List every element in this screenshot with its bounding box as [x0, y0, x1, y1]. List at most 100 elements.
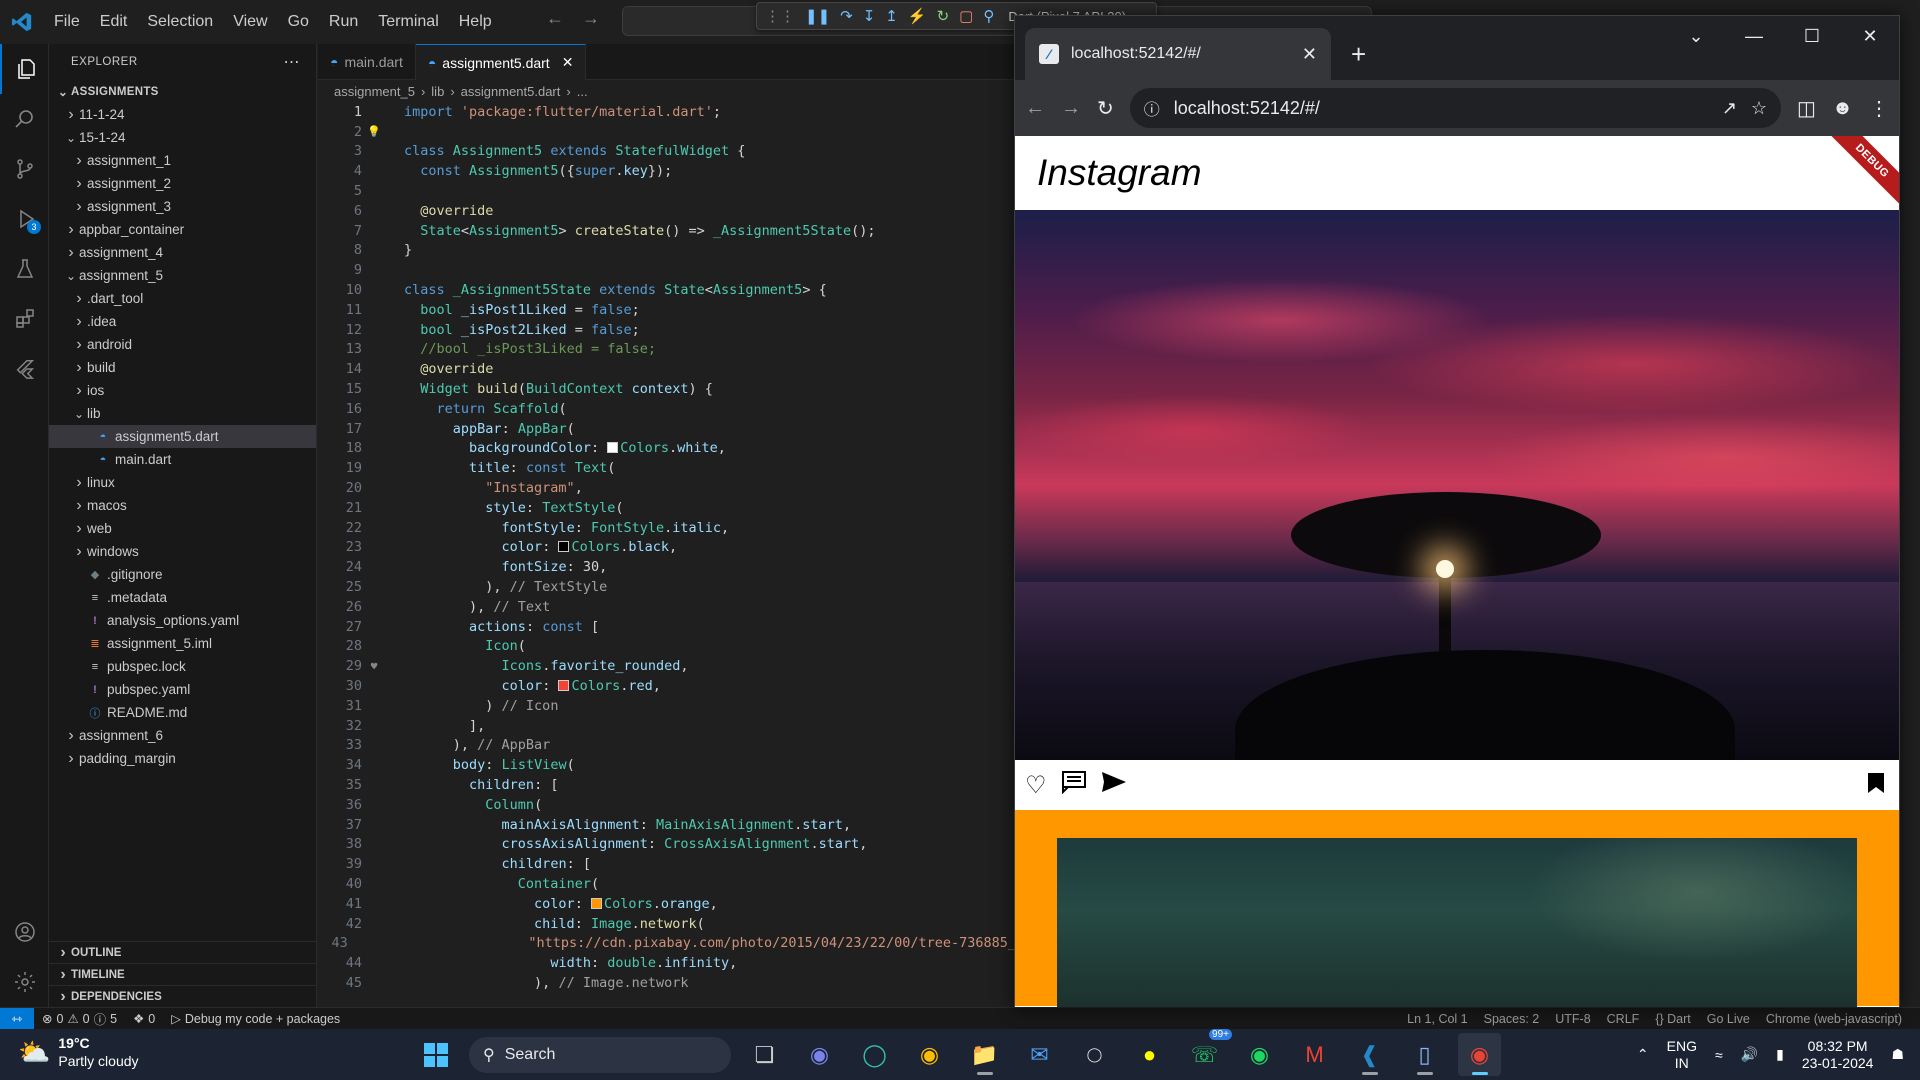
back-arrow-icon[interactable]: ← [546, 8, 564, 29]
explorer-icon[interactable] [0, 44, 49, 94]
tree-item[interactable]: › macos [49, 494, 316, 517]
menu-item-view[interactable]: View [223, 0, 277, 44]
status-item[interactable]: Ln 1, Col 1 [1399, 1012, 1475, 1026]
maximize-icon[interactable]: ☐ [1783, 26, 1841, 47]
tree-item[interactable]: ≡ pubspec.lock [49, 655, 316, 678]
breadcrumb-item[interactable]: ... [577, 84, 588, 99]
menu-kebab-icon[interactable]: ⋮ [1869, 96, 1889, 121]
problems-indicator[interactable]: ⊗ 0 ⚠ 0 ⓘ 5 [34, 1009, 125, 1028]
editor-tab[interactable]: ◓ main.dart [318, 44, 416, 80]
status-item[interactable]: {} Dart [1647, 1012, 1698, 1026]
remote-indicator-icon[interactable]: ⇿ [0, 1007, 34, 1030]
reload-icon[interactable]: ↻ [1097, 96, 1114, 121]
mail-icon[interactable]: ✉ [1018, 1033, 1061, 1076]
minimize-icon[interactable]: — [1725, 26, 1783, 47]
tree-item[interactable]: › 11-1-24 [49, 103, 316, 126]
profile-icon[interactable]: ☻ [1832, 97, 1853, 120]
tab-search-icon[interactable]: ⌄ [1667, 26, 1725, 47]
edge-icon[interactable]: ◯ [853, 1033, 896, 1076]
menu-item-selection[interactable]: Selection [137, 0, 223, 44]
tree-item[interactable]: › assignment_4 [49, 241, 316, 264]
menu-item-help[interactable]: Help [449, 0, 502, 44]
dell-icon[interactable]: ◯ [1073, 1033, 1116, 1076]
file-explorer-icon[interactable]: 📁 [963, 1033, 1006, 1076]
tree-item[interactable]: › android [49, 333, 316, 356]
tree-item[interactable]: ≣ assignment_5.iml [49, 632, 316, 655]
testing-icon[interactable] [0, 244, 49, 294]
taskbar-search[interactable]: ⚲ Search [469, 1036, 731, 1073]
tree-item[interactable]: ⌄ lib [49, 402, 316, 425]
panel-dependencies[interactable]: › DEPENDENCIES [49, 985, 316, 1007]
battery-icon[interactable]: ▮ [1776, 1046, 1784, 1063]
whatsapp-icon[interactable]: ☏ 99+ [1183, 1029, 1232, 1076]
status-item[interactable]: Chrome (web-javascript) [1758, 1012, 1910, 1026]
breadcrumb-item[interactable]: lib [431, 84, 444, 99]
side-panel-icon[interactable]: ◫ [1797, 96, 1816, 121]
workspace-root[interactable]: ⌄ ASSIGNMENTS [49, 80, 316, 103]
menu-item-run[interactable]: Run [319, 0, 368, 44]
tree-item[interactable]: › assignment_3 [49, 195, 316, 218]
chrome-running-icon[interactable]: ◉ [1458, 1033, 1501, 1076]
tree-item[interactable]: › assignment_2 [49, 172, 316, 195]
tree-item[interactable]: › assignment_6 [49, 724, 316, 747]
tree-item[interactable]: › padding_margin [49, 747, 316, 770]
breadcrumb-item[interactable]: assignment_5 [334, 84, 415, 99]
tree-item[interactable]: ◓ assignment5.dart [49, 425, 316, 448]
tree-item[interactable]: › appbar_container [49, 218, 316, 241]
snapchat-icon[interactable]: ● [1128, 1033, 1171, 1076]
tree-item[interactable]: ◓ main.dart [49, 448, 316, 471]
tree-item[interactable]: ⌄ 15-1-24 [49, 126, 316, 149]
code-editor[interactable]: 1 import 'package:flutter/material.dart';… [318, 102, 1016, 993]
panel-timeline[interactable]: › TIMELINE [49, 963, 316, 985]
weather-widget[interactable]: ⛅ 19°C Partly cloudy [18, 1034, 139, 1070]
gmail-icon[interactable]: M [1293, 1033, 1336, 1076]
menu-item-edit[interactable]: Edit [90, 0, 138, 44]
tree-item[interactable]: ⌄ assignment_5 [49, 264, 316, 287]
clock[interactable]: 08:32 PM 23-01-2024 [1802, 1038, 1874, 1072]
tree-item[interactable]: ! pubspec.yaml [49, 678, 316, 701]
tree-item[interactable]: › build [49, 356, 316, 379]
tree-item[interactable]: › .idea [49, 310, 316, 333]
teams-chat-icon[interactable]: ◉ [798, 1033, 841, 1076]
back-icon[interactable]: ← [1025, 97, 1045, 120]
volume-icon[interactable]: 🔊 [1741, 1046, 1758, 1063]
language-indicator[interactable]: ENG IN [1667, 1038, 1697, 1072]
comment-icon[interactable] [1061, 770, 1087, 801]
menu-item-file[interactable]: File [44, 0, 90, 44]
address-bar[interactable]: ⓘ localhost:52142/#/ ↗ ☆ [1129, 88, 1782, 128]
tree-item[interactable]: › ios [49, 379, 316, 402]
stop-icon[interactable]: ▢ [959, 7, 973, 25]
tree-item[interactable]: ⓘ README.md [49, 701, 316, 724]
close-tab-icon[interactable]: ✕ [562, 54, 574, 71]
account-icon[interactable] [0, 907, 49, 957]
breadcrumb-item[interactable]: assignment5.dart [461, 84, 561, 99]
forward-arrow-icon[interactable]: → [582, 8, 600, 29]
bookmark-icon[interactable] [1867, 772, 1885, 801]
menu-item-go[interactable]: Go [278, 0, 319, 44]
tree-item[interactable]: › web [49, 517, 316, 540]
spotify-icon[interactable]: ◉ [1238, 1033, 1281, 1076]
extensions-icon[interactable] [0, 294, 49, 344]
tree-item[interactable]: › .dart_tool [49, 287, 316, 310]
run-debug-icon[interactable]: 3 [0, 194, 49, 244]
chrome-icon[interactable]: ◉ [908, 1033, 951, 1076]
tree-item[interactable]: › linux [49, 471, 316, 494]
source-control-icon[interactable] [0, 144, 49, 194]
devtools-icon[interactable]: ⚲ [983, 7, 994, 25]
step-into-icon[interactable]: ↧ [863, 7, 876, 25]
tree-item[interactable]: ! analysis_options.yaml [49, 609, 316, 632]
phone-link-icon[interactable]: ▯ [1403, 1033, 1446, 1076]
send-icon[interactable] [1101, 771, 1127, 800]
task-view-icon[interactable]: ❏ [743, 1033, 786, 1076]
browser-tab[interactable]: ⁄ localhost:52142/#/ ✕ [1025, 28, 1331, 80]
status-item[interactable]: Go Live [1699, 1012, 1758, 1026]
vscode-taskbar-icon[interactable]: ❰ [1348, 1033, 1391, 1076]
wifi-icon[interactable]: ≈ [1715, 1047, 1723, 1063]
like-heart-icon[interactable]: ♡ [1025, 771, 1047, 800]
share-icon[interactable]: ↗ [1722, 98, 1737, 119]
menu-item-terminal[interactable]: Terminal [368, 0, 448, 44]
more-actions-icon[interactable]: ⋯ [284, 52, 301, 72]
tree-item[interactable]: › windows [49, 540, 316, 563]
editor-tab[interactable]: ◓ assignment5.dart ✕ [415, 44, 587, 80]
close-tab-icon[interactable]: ✕ [1302, 44, 1317, 65]
